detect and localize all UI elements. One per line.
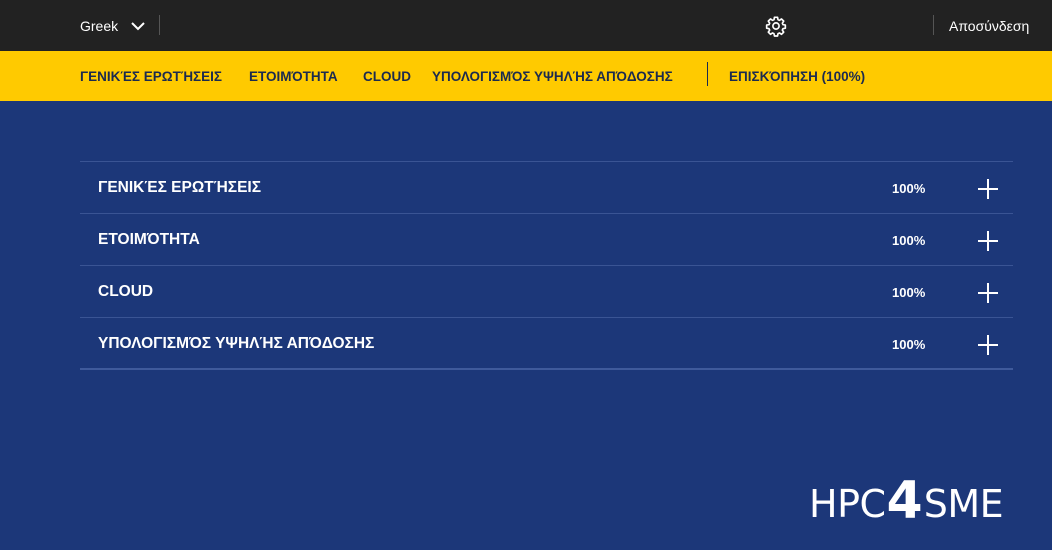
- language-selector[interactable]: Greek: [80, 0, 146, 51]
- divider: [159, 15, 160, 35]
- plus-icon[interactable]: [978, 231, 998, 251]
- divider: [933, 15, 934, 35]
- nav-item-hpc[interactable]: ΥΠΟΛΟΓΙΣΜΌΣ ΥΨΗΛΉΣ ΑΠΌΔΟΣΗΣ: [432, 51, 673, 101]
- plus-icon[interactable]: [978, 335, 998, 355]
- top-bar: Greek Αποσύνδεση: [0, 0, 1052, 51]
- nav-item-general-questions[interactable]: ΓΕΝΙΚΈΣ ΕΡΩΤΉΣΕΙΣ: [80, 51, 222, 101]
- hpc4sme-logo: HPC 4 SME: [809, 471, 1004, 531]
- plus-icon[interactable]: [978, 283, 998, 303]
- logo-text-4: 4: [886, 471, 923, 531]
- chevron-down-icon: [131, 21, 145, 30]
- nav-item-readiness[interactable]: ΕΤΟΙΜΌΤΗΤΑ: [249, 51, 338, 101]
- section-percent: 100%: [892, 232, 926, 248]
- section-title: ΥΠΟΛΟΓΙΣΜΌΣ ΥΨΗΛΉΣ ΑΠΌΔΟΣΗΣ: [98, 335, 375, 352]
- section-title: ΕΤΟΙΜΌΤΗΤΑ: [98, 231, 200, 248]
- section-accordion: ΓΕΝΙΚΈΣ ΕΡΩΤΉΣΕΙΣ 100% ΕΤΟΙΜΌΤΗΤΑ 100% C…: [80, 161, 1013, 370]
- logo-text-sme: SME: [923, 482, 1004, 526]
- section-percent: 100%: [892, 180, 926, 196]
- nav-item-overview[interactable]: ΕΠΙΣΚΌΠΗΣΗ (100%): [729, 51, 865, 101]
- accordion-row-cloud[interactable]: CLOUD 100%: [80, 266, 1013, 318]
- gear-icon[interactable]: [765, 15, 787, 37]
- logout-link[interactable]: Αποσύνδεση: [949, 0, 1029, 51]
- language-label: Greek: [80, 17, 119, 34]
- accordion-row-readiness[interactable]: ΕΤΟΙΜΌΤΗΤΑ 100%: [80, 214, 1013, 266]
- section-percent: 100%: [892, 336, 926, 352]
- section-percent: 100%: [892, 284, 926, 300]
- section-title: CLOUD: [98, 283, 154, 300]
- logo-text-hpc: HPC: [809, 482, 886, 526]
- accordion-row-general-questions[interactable]: ΓΕΝΙΚΈΣ ΕΡΩΤΉΣΕΙΣ 100%: [80, 162, 1013, 214]
- plus-icon[interactable]: [978, 179, 998, 199]
- accordion-row-hpc[interactable]: ΥΠΟΛΟΓΙΣΜΌΣ ΥΨΗΛΉΣ ΑΠΌΔΟΣΗΣ 100%: [80, 318, 1013, 370]
- nav-item-cloud[interactable]: CLOUD: [363, 51, 411, 101]
- section-nav: ΓΕΝΙΚΈΣ ΕΡΩΤΉΣΕΙΣ ΕΤΟΙΜΌΤΗΤΑ CLOUD ΥΠΟΛΟ…: [0, 51, 1052, 101]
- nav-divider: [707, 62, 708, 86]
- section-title: ΓΕΝΙΚΈΣ ΕΡΩΤΉΣΕΙΣ: [98, 179, 262, 196]
